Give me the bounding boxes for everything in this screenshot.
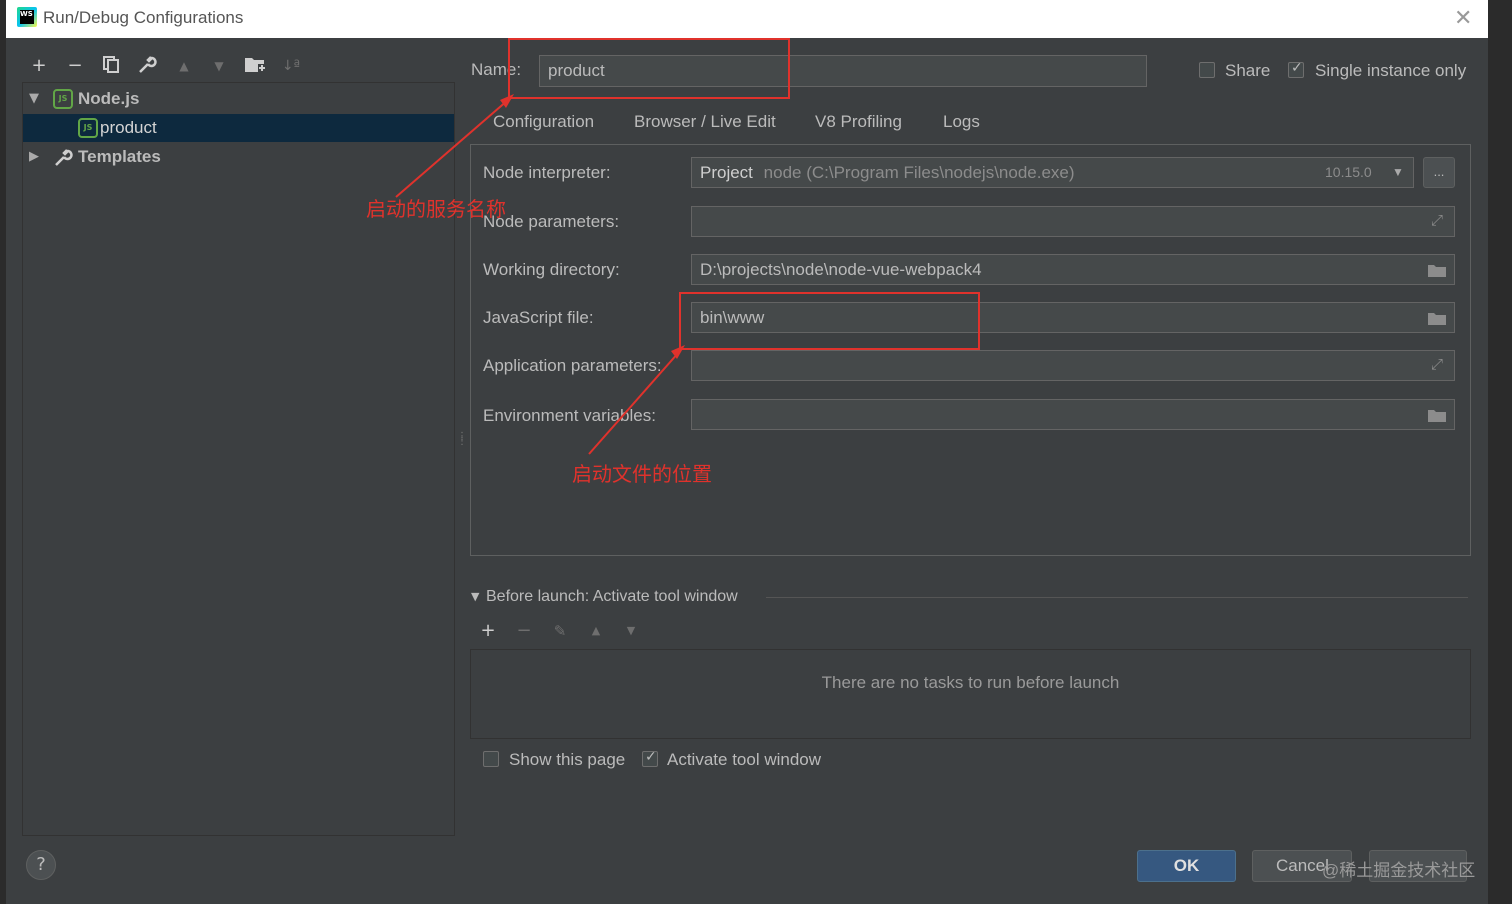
show-page-checkbox[interactable] xyxy=(483,751,499,767)
add-task-button[interactable]: + xyxy=(477,620,499,642)
no-tasks-text: There are no tasks to run before launch xyxy=(821,673,1120,692)
edit-task-icon[interactable]: ✎ xyxy=(549,620,571,642)
before-launch-task-list: There are no tasks to run before launch xyxy=(470,649,1471,739)
annotation-file-location: 启动文件的位置 xyxy=(572,462,712,486)
move-task-up-icon[interactable]: ▲ xyxy=(585,620,607,642)
ok-button[interactable]: OK xyxy=(1137,850,1236,882)
section-divider xyxy=(766,597,1468,598)
run-debug-dialog: WS Run/Debug Configurations ✕ + − ▲ ▼ ↓ª… xyxy=(6,0,1488,904)
collapse-arrow-icon[interactable]: ▼ xyxy=(471,590,479,603)
watermark-text: @稀土掘金技术社区 xyxy=(1322,861,1476,880)
show-page-label: Show this page xyxy=(509,750,626,769)
move-task-down-icon[interactable]: ▼ xyxy=(620,620,642,642)
before-launch-header[interactable]: Before launch: Activate tool window xyxy=(486,588,738,606)
annotation-service-name: 启动的服务名称 xyxy=(366,197,506,221)
help-button[interactable]: ? xyxy=(26,850,56,880)
activate-tool-window-label: Activate tool window xyxy=(667,750,822,769)
remove-task-icon[interactable]: − xyxy=(513,620,535,642)
activate-tool-window-checkbox[interactable] xyxy=(642,749,658,767)
